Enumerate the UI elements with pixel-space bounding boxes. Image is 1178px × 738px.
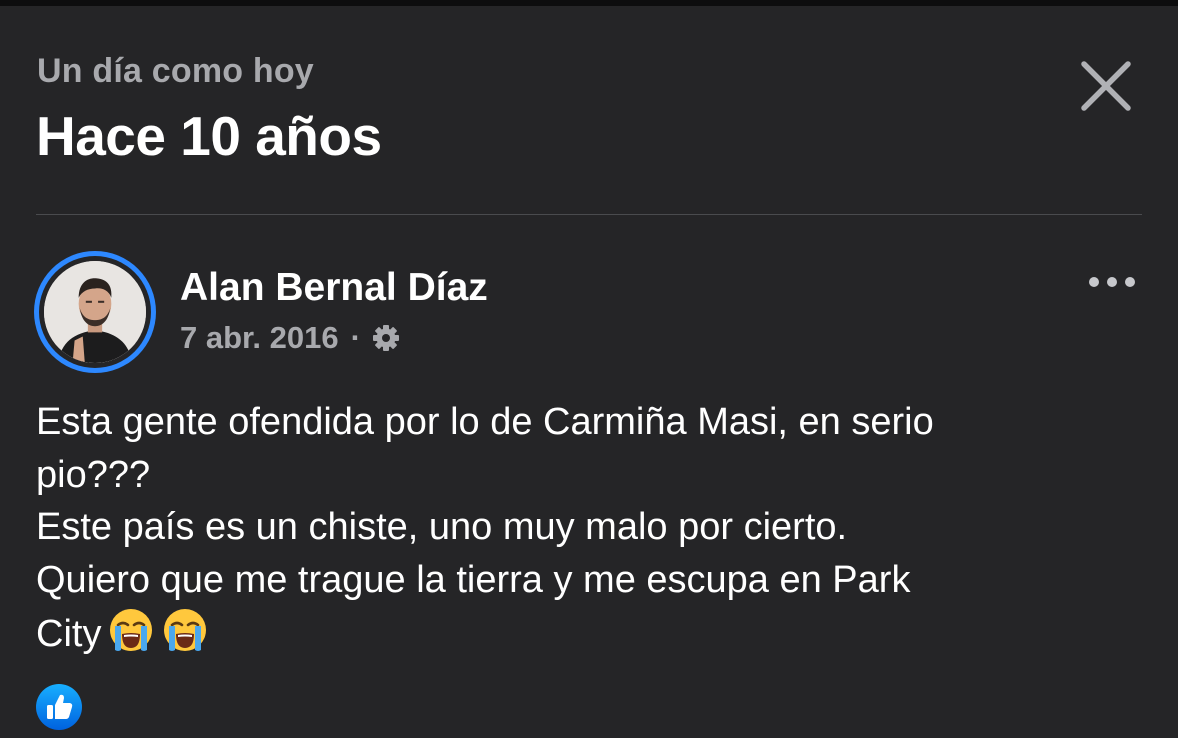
post-line: Quiero que me trague la tierra y me escu… <box>36 558 911 601</box>
post-meta: 7 abr. 2016 · <box>180 320 401 356</box>
gear-icon[interactable] <box>371 323 401 353</box>
post-body: Esta gente ofendida por lo de Carmiña Ma… <box>36 396 1146 661</box>
post-date[interactable]: 7 abr. 2016 <box>180 320 339 356</box>
post-line: Esta gente ofendida por lo de Carmiña Ma… <box>36 401 934 443</box>
memory-subtitle: Un día como hoy <box>37 52 314 90</box>
crying-face-emoji <box>164 609 207 651</box>
more-options-icon[interactable] <box>1082 266 1142 298</box>
top-bar <box>0 0 1178 6</box>
profile-photo <box>44 261 146 363</box>
post-line: Este país es un chiste, uno muy malo por… <box>36 506 848 548</box>
author-name[interactable]: Alan Bernal Díaz <box>180 266 488 310</box>
memory-title: Hace 10 años <box>36 105 382 167</box>
close-icon[interactable] <box>1074 54 1138 118</box>
header-divider <box>36 214 1142 215</box>
post-line: pio??? <box>36 453 151 496</box>
meta-separator: · <box>350 320 361 355</box>
post-line: City <box>36 613 102 655</box>
crying-face-emoji <box>110 609 153 651</box>
like-icon[interactable] <box>35 683 83 731</box>
avatar[interactable] <box>34 251 156 373</box>
post-last-line: City <box>36 606 1146 661</box>
